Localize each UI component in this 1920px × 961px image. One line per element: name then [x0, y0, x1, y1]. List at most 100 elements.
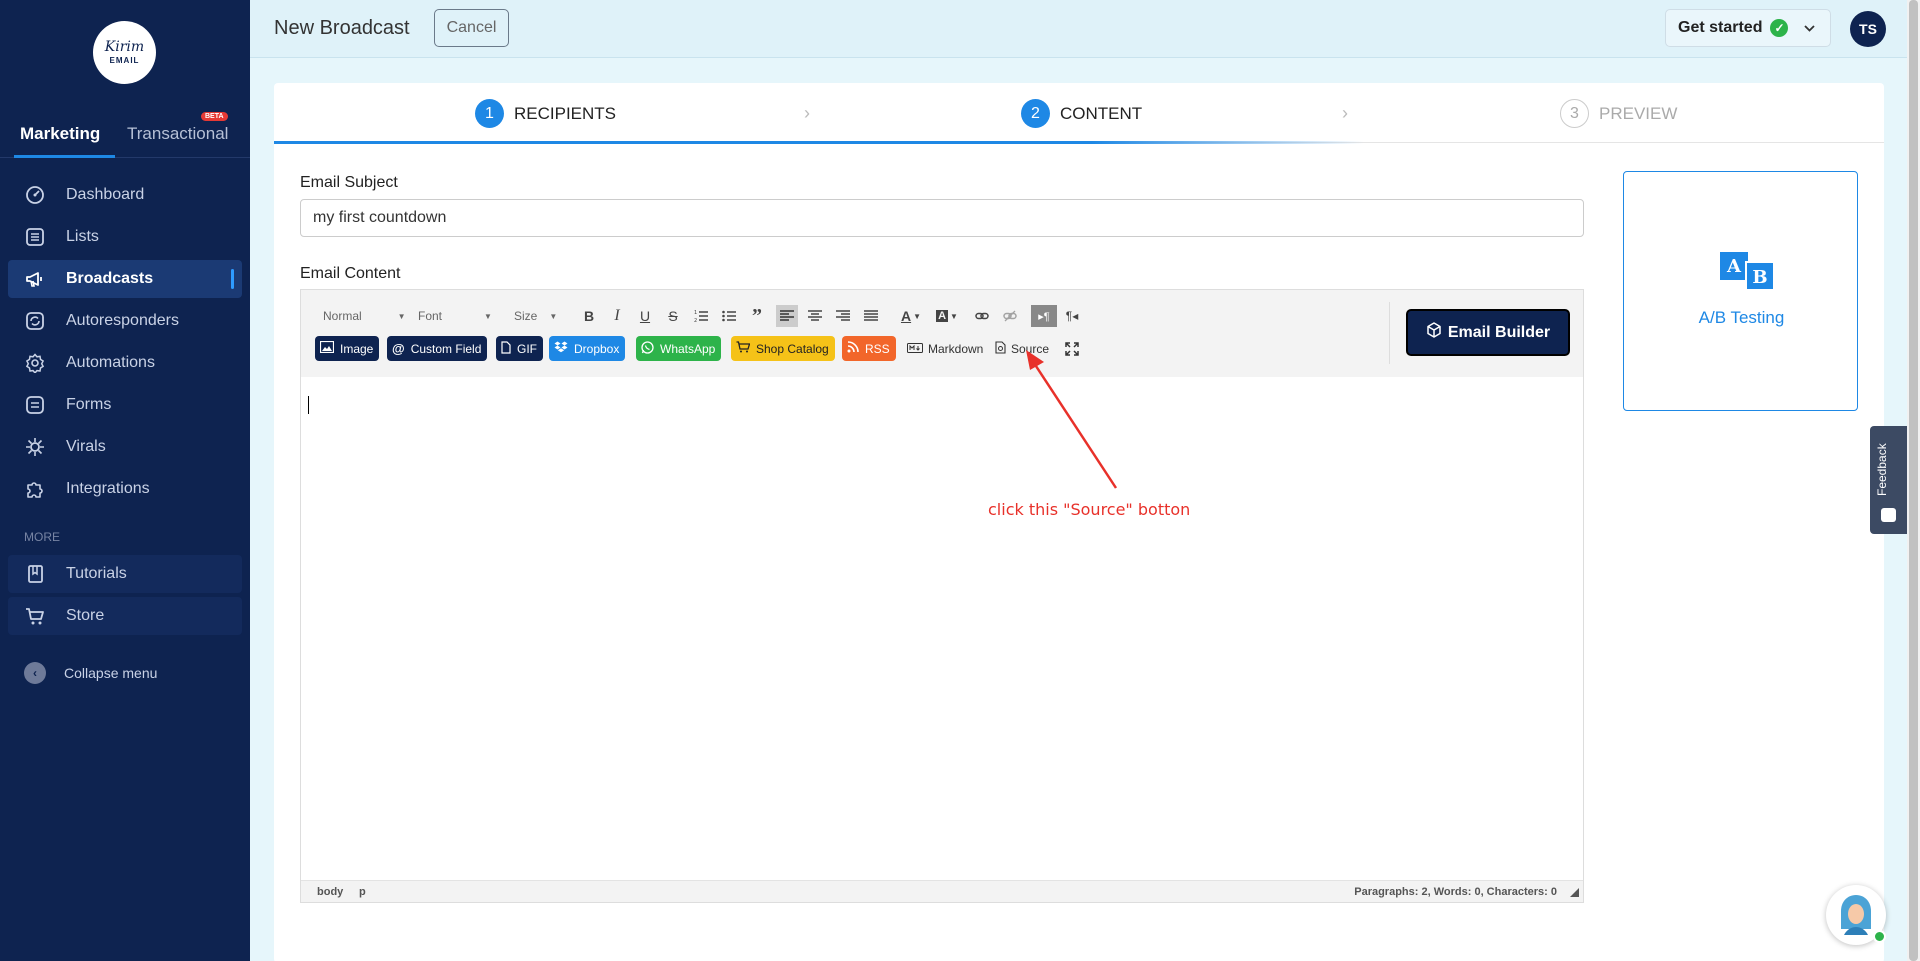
align-center-icon[interactable]	[804, 305, 826, 327]
cart-icon	[736, 341, 751, 356]
svg-text:1: 1	[694, 310, 697, 316]
markdown-button[interactable]: Markdown	[907, 336, 983, 361]
editor-body[interactable]	[301, 377, 1583, 880]
cart-icon	[24, 605, 46, 627]
tab-marketing[interactable]: Marketing	[20, 124, 100, 144]
source-code-icon	[995, 340, 1006, 357]
support-chat-button[interactable]	[1826, 885, 1886, 945]
sidebar-item-label: Autoresponders	[66, 312, 179, 329]
annotation-arrow	[1026, 350, 1118, 489]
blockquote-icon[interactable]: ”	[746, 305, 768, 327]
strikethrough-icon[interactable]: S	[662, 305, 684, 327]
markdown-icon	[907, 342, 923, 356]
collapse-menu-button[interactable]: ‹ Collapse menu	[24, 662, 157, 684]
italic-icon[interactable]: I	[606, 305, 628, 327]
online-status-dot	[1873, 930, 1886, 943]
bold-icon[interactable]: B	[578, 305, 600, 327]
autoresponder-icon	[24, 310, 46, 332]
tab-transactional[interactable]: Transactional	[127, 124, 228, 144]
background-color-icon[interactable]: A ▼	[933, 305, 961, 327]
whatsapp-button[interactable]: WhatsApp	[636, 336, 722, 361]
format-select[interactable]: Normal ▼	[323, 306, 406, 326]
dropbox-icon	[554, 341, 568, 356]
email-builder-button[interactable]: Email Builder	[1406, 309, 1570, 356]
sidebar-tabs: Marketing Transactional	[0, 118, 250, 158]
step-content[interactable]: 2 CONTENT	[1021, 99, 1142, 128]
sidebar-item-integrations[interactable]: Integrations	[8, 470, 242, 508]
puzzle-icon	[24, 478, 46, 500]
avatar[interactable]: TS	[1850, 11, 1886, 47]
email-subject-input[interactable]	[300, 199, 1584, 237]
custom-field-button[interactable]: @ Custom Field	[387, 336, 488, 361]
ab-testing-card[interactable]: A B A/B Testing	[1623, 171, 1858, 411]
sidebar-item-broadcasts[interactable]: Broadcasts	[8, 260, 242, 298]
text-cursor	[308, 396, 309, 414]
numbered-list-icon[interactable]: 12	[690, 305, 712, 327]
sidebar-item-virals[interactable]: Virals	[8, 428, 242, 466]
page-scrollbar[interactable]	[1907, 0, 1920, 961]
underline-icon[interactable]: U	[634, 305, 656, 327]
link-icon[interactable]	[971, 305, 993, 327]
font-select[interactable]: Font ▼	[418, 306, 492, 326]
sidebar-item-dashboard[interactable]: Dashboard	[8, 176, 242, 214]
bullet-list-icon[interactable]	[718, 305, 740, 327]
feedback-tab[interactable]: Feedback	[1870, 426, 1907, 534]
email-builder-label: Email Builder	[1447, 323, 1551, 341]
virus-icon	[24, 436, 46, 458]
custom-field-button-label: Custom Field	[410, 341, 482, 356]
kirim-email-logo[interactable]: Kirim EMAIL	[93, 21, 156, 84]
editor-statusbar: body p Paragraphs: 2, Words: 0, Characte…	[301, 880, 1583, 902]
text-direction-rtl-icon[interactable]: ¶◂	[1061, 305, 1083, 327]
collapse-menu-label: Collapse menu	[64, 665, 158, 681]
shop-catalog-button[interactable]: Shop Catalog	[731, 336, 835, 361]
feedback-label: Feedback	[1875, 443, 1889, 496]
unlink-icon[interactable]	[999, 305, 1021, 327]
ab-testing-icon: A B	[1720, 252, 1775, 291]
ab-letter-a: A	[1726, 256, 1742, 277]
chevron-down-icon: ▼	[484, 311, 492, 321]
font-select-value: Font	[418, 309, 443, 323]
sidebar: Kirim EMAIL Marketing Transactional BETA…	[0, 0, 250, 961]
sidebar-item-label: Forms	[66, 396, 112, 413]
gear-icon	[24, 352, 46, 374]
cancel-button[interactable]: Cancel	[434, 9, 509, 47]
align-right-icon[interactable]	[832, 305, 854, 327]
text-color-icon[interactable]: A ▼	[897, 305, 925, 327]
path-p[interactable]: p	[359, 886, 366, 898]
form-icon	[24, 394, 46, 416]
sidebar-item-automations[interactable]: Automations	[8, 344, 242, 382]
chevron-down-icon	[1804, 21, 1816, 35]
dropbox-button[interactable]: Dropbox	[549, 336, 626, 361]
rss-button-label: RSS	[865, 341, 890, 356]
sidebar-item-label: Lists	[66, 228, 99, 245]
size-select[interactable]: Size ▼	[514, 306, 557, 326]
align-left-icon[interactable]	[776, 305, 798, 327]
get-started-dropdown[interactable]: Get started ✓	[1665, 9, 1831, 47]
step-recipients[interactable]: 1 RECIPIENTS	[475, 99, 616, 128]
sidebar-item-autoresponders[interactable]: Autoresponders	[8, 302, 242, 340]
sidebar-item-tutorials[interactable]: Tutorials	[8, 555, 242, 593]
rss-button[interactable]: RSS	[842, 336, 896, 361]
scrollbar-thumb[interactable]	[1909, 0, 1918, 961]
sidebar-item-lists[interactable]: Lists	[8, 218, 242, 256]
broadcast-card: 1 RECIPIENTS › 2 CONTENT › 3 PREVIEW Ema…	[274, 83, 1884, 961]
path-body[interactable]: body	[317, 886, 343, 898]
text-direction-ltr-icon[interactable]: ▸¶	[1031, 305, 1057, 327]
sidebar-item-forms[interactable]: Forms	[8, 386, 242, 424]
file-icon	[501, 340, 511, 357]
get-started-label: Get started	[1678, 19, 1763, 36]
chevron-left-icon: ‹	[24, 662, 46, 684]
resize-handle-icon[interactable]	[1570, 888, 1579, 897]
sidebar-item-label: Tutorials	[66, 565, 127, 582]
editor-toolbar: Normal ▼ Font ▼ Size ▼ B I U S 12 ” A ▼ …	[301, 290, 1583, 377]
gif-button[interactable]: GIF	[496, 336, 543, 361]
image-button[interactable]: Image	[315, 336, 380, 361]
step-preview[interactable]: 3 PREVIEW	[1560, 99, 1677, 128]
svg-text:2: 2	[694, 318, 697, 323]
list-icon	[24, 226, 46, 248]
sidebar-item-store[interactable]: Store	[8, 597, 242, 635]
whatsapp-icon	[641, 340, 654, 357]
steps-progress-bar	[274, 141, 1364, 144]
email-subject-label: Email Subject	[300, 174, 398, 191]
align-justify-icon[interactable]	[860, 305, 882, 327]
